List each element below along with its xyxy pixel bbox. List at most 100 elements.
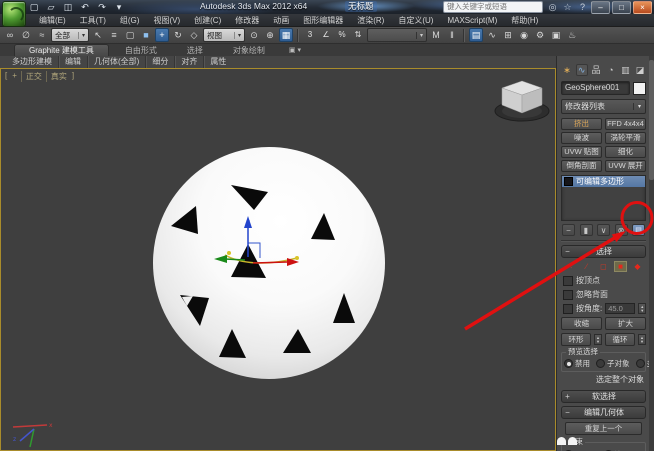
angle-value-field[interactable]: 45.0 bbox=[605, 303, 636, 314]
panel-edit[interactable]: 编辑 bbox=[59, 56, 88, 68]
new-file-icon[interactable]: ▢ bbox=[28, 1, 40, 13]
ribbon-tab-object-paint[interactable]: 对象绘制 bbox=[219, 45, 279, 56]
viewcube[interactable] bbox=[494, 80, 550, 122]
ignore-backfacing-checkbox[interactable] bbox=[563, 289, 573, 300]
named-selection-sets-dropdown[interactable]: ▾ bbox=[367, 28, 427, 42]
gizmo-handle-dot[interactable] bbox=[295, 256, 299, 260]
ffd-4x4x4-modifier-button[interactable]: FFD 4x4x4 bbox=[605, 118, 646, 130]
loop-button[interactable]: 循环 bbox=[605, 333, 635, 346]
gizmo-z-dot[interactable] bbox=[246, 220, 250, 223]
help-icon[interactable]: ? bbox=[577, 1, 588, 13]
by-vertex-checkbox[interactable] bbox=[563, 275, 573, 286]
by-angle-checkbox[interactable] bbox=[563, 303, 573, 314]
spinner-snap-icon[interactable]: ⇅ bbox=[351, 28, 365, 42]
snap-toggle-3d-icon[interactable]: 3 bbox=[303, 28, 317, 42]
rendered-frame-icon[interactable]: ▣ bbox=[549, 28, 563, 42]
schematic-view-icon[interactable]: ⊞ bbox=[501, 28, 515, 42]
render-production-icon[interactable]: ♨ bbox=[565, 28, 579, 42]
selection-rollout-header[interactable]: − 选择 bbox=[561, 245, 646, 258]
preview-multiple-radio[interactable] bbox=[635, 359, 645, 368]
select-object-icon[interactable]: ↖ bbox=[91, 28, 105, 42]
render-setup-icon[interactable]: ⚙ bbox=[533, 28, 547, 42]
object-name-field[interactable]: GeoSphere001 bbox=[561, 81, 630, 95]
close-button[interactable]: × bbox=[633, 1, 652, 14]
menu-create[interactable]: 创建(C) bbox=[187, 14, 228, 27]
remove-modifier-icon[interactable]: ⊗ bbox=[614, 224, 628, 236]
expand-icon[interactable]: + bbox=[562, 392, 573, 402]
stack-item-editable-poly[interactable]: 可编辑多边形 bbox=[562, 176, 645, 187]
favorites-star-icon[interactable]: ☆ bbox=[562, 1, 573, 13]
material-editor-icon[interactable]: ◉ bbox=[517, 28, 531, 42]
undo-icon[interactable]: ↶ bbox=[79, 1, 91, 13]
select-and-move-icon[interactable]: + bbox=[155, 28, 169, 42]
qat-dropdown-icon[interactable]: ▾ bbox=[113, 1, 125, 13]
menu-rendering[interactable]: 渲染(R) bbox=[350, 14, 391, 27]
configure-modifier-sets-button[interactable]: ▤ bbox=[632, 224, 645, 236]
turbosmooth-modifier-button[interactable]: 涡轮平滑 bbox=[605, 132, 646, 144]
noise-modifier-button[interactable]: 噪波 bbox=[561, 132, 602, 144]
vertex-subobject-icon[interactable]: ∴ bbox=[563, 261, 576, 272]
ribbon-tab-selection[interactable]: 选择 bbox=[173, 45, 217, 56]
keyboard-override-icon[interactable]: ▦ bbox=[279, 28, 293, 42]
select-and-scale-icon[interactable]: ◇ bbox=[187, 28, 201, 42]
search-icon[interactable]: ◎ bbox=[547, 1, 558, 13]
polygon-subobject-icon[interactable]: ■ bbox=[614, 261, 627, 272]
display-tab-icon[interactable]: ▥ bbox=[619, 64, 631, 76]
3dsmax-logo-icon[interactable] bbox=[2, 1, 26, 27]
angle-spinner[interactable]: ▴ ▾ bbox=[638, 303, 646, 314]
viewport-label[interactable]: + 正交 真实 bbox=[5, 71, 74, 82]
percent-snap-icon[interactable]: % bbox=[335, 28, 349, 42]
select-by-name-icon[interactable]: ≡ bbox=[107, 28, 121, 42]
angle-snap-icon[interactable]: ∠ bbox=[319, 28, 333, 42]
align-icon[interactable]: ‖ bbox=[445, 28, 459, 42]
menu-modifiers[interactable]: 修改器 bbox=[228, 14, 266, 27]
menu-maxscript[interactable]: MAXScript(M) bbox=[440, 14, 504, 27]
viewport-menu-pov[interactable]: 正交 bbox=[22, 71, 47, 82]
collapse-icon[interactable]: − bbox=[562, 247, 573, 257]
edit-geometry-rollout-header[interactable]: − 编辑几何体 bbox=[561, 406, 646, 419]
preview-disabled-radio[interactable] bbox=[564, 359, 573, 368]
menu-graph-editors[interactable]: 图形编辑器 bbox=[296, 14, 350, 27]
gizmo-x-axis[interactable] bbox=[252, 261, 288, 264]
menu-animation[interactable]: 动画 bbox=[266, 14, 296, 27]
menu-tools[interactable]: 工具(T) bbox=[73, 14, 113, 27]
pin-stack-icon[interactable]: − bbox=[562, 224, 575, 236]
object-color-swatch[interactable] bbox=[633, 81, 646, 95]
element-subobject-icon[interactable]: ◆ bbox=[631, 261, 644, 272]
open-file-icon[interactable]: ▱ bbox=[45, 1, 57, 13]
maximize-button[interactable]: □ bbox=[612, 1, 631, 14]
shrink-button[interactable]: 收缩 bbox=[561, 317, 602, 330]
panel-align[interactable]: 对齐 bbox=[175, 56, 205, 68]
preview-subobject-radio[interactable] bbox=[596, 359, 605, 368]
collapse-icon[interactable]: − bbox=[562, 408, 573, 418]
loop-spinner[interactable]: ▴ ▾ bbox=[638, 334, 646, 345]
viewport-menu-general[interactable]: + bbox=[8, 71, 22, 82]
unlink-selection-icon[interactable]: ∅ bbox=[19, 28, 33, 42]
ribbon-tab-freeform[interactable]: 自由形式 bbox=[111, 45, 171, 56]
menu-views[interactable]: 视图(V) bbox=[146, 14, 187, 27]
selection-region-icon[interactable]: ▢ bbox=[123, 28, 137, 42]
tessellate-modifier-button[interactable]: 细化 bbox=[605, 146, 646, 158]
gizmo-y-axis[interactable] bbox=[224, 258, 246, 261]
viewport-menu-shading[interactable]: 真实 bbox=[47, 71, 71, 82]
soft-selection-rollout-header[interactable]: + 软选择 bbox=[561, 390, 646, 403]
panel-polygon-modeling[interactable]: 多边形建模 bbox=[6, 56, 59, 68]
motion-tab-icon[interactable]: ◔ bbox=[605, 64, 617, 76]
panel-properties[interactable]: 属性 bbox=[204, 56, 232, 68]
redo-icon[interactable]: ↷ bbox=[96, 1, 108, 13]
modifier-list-dropdown[interactable]: 修改器列表 ▾ bbox=[561, 99, 646, 114]
panel-scrollbar[interactable] bbox=[649, 56, 654, 451]
infocenter-search-input[interactable]: 键入关键字或短语 bbox=[443, 1, 543, 13]
use-pivot-center-icon[interactable]: ⊙ bbox=[247, 28, 261, 42]
edge-subobject-icon[interactable]: ∕ bbox=[580, 261, 593, 272]
ring-spinner[interactable]: ▴ ▾ bbox=[594, 334, 602, 345]
window-crossing-toggle-icon[interactable]: ■ bbox=[139, 28, 153, 42]
save-file-icon[interactable]: ◫ bbox=[62, 1, 74, 13]
create-tab-icon[interactable]: ∗ bbox=[561, 64, 573, 76]
panel-geometry-all[interactable]: 几何体(全部) bbox=[88, 56, 147, 68]
select-and-rotate-icon[interactable]: ↻ bbox=[171, 28, 185, 42]
curve-editor-icon[interactable]: ∿ bbox=[485, 28, 499, 42]
select-and-manipulate-icon[interactable]: ⊕ bbox=[263, 28, 277, 42]
ring-button[interactable]: 环形 bbox=[561, 333, 591, 346]
uvw-map-modifier-button[interactable]: UVW 贴图 bbox=[561, 146, 602, 158]
